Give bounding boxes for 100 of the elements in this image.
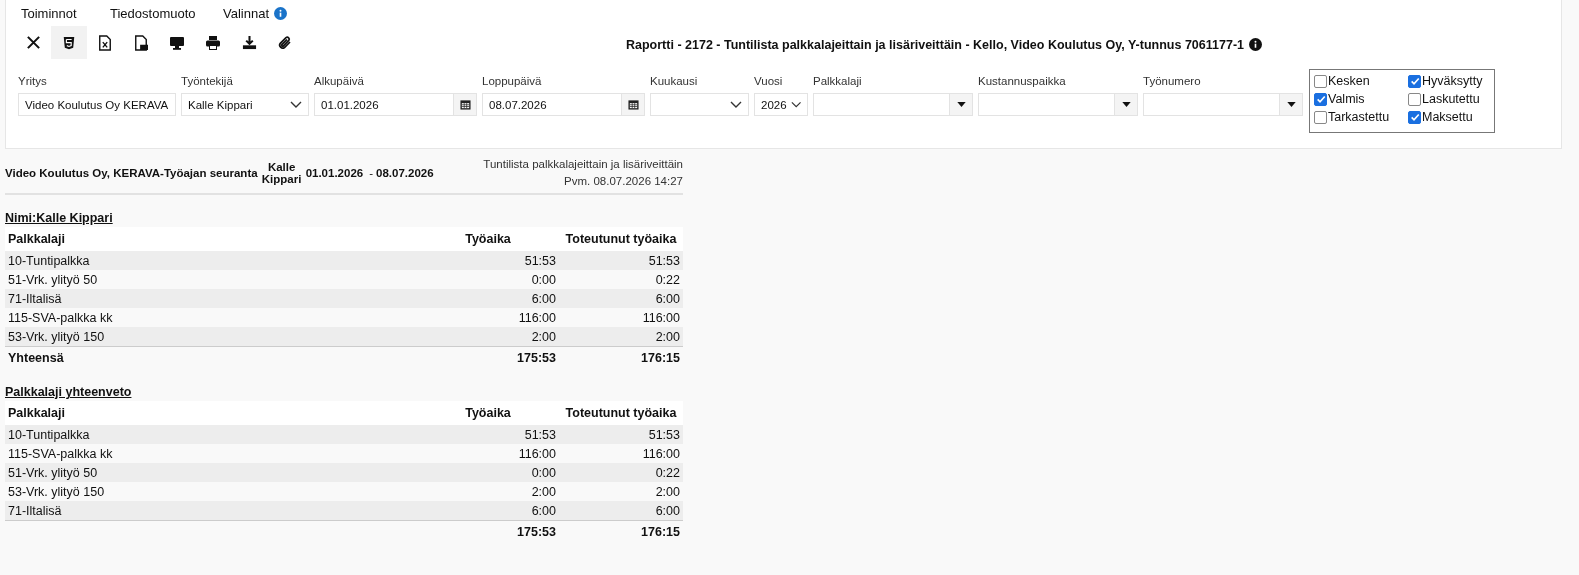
field-label: Palkkalaji xyxy=(813,75,863,89)
table-cell-text: 51:53 xyxy=(523,253,557,268)
column-header: Palkkalaji xyxy=(7,232,66,246)
employee-name: Kalle Kippari xyxy=(260,161,303,185)
checkbox-label: Laskutettu xyxy=(1422,92,1480,106)
end-date: 08.07.2026 xyxy=(376,167,434,179)
select-field[interactable]: Video Koulutus Oy KERAVA xyxy=(18,93,176,116)
table-cell-text: 2:00 xyxy=(654,484,681,499)
table-cell-text: 6:00 xyxy=(530,291,557,306)
table-cell-text: 51:53 xyxy=(647,427,681,442)
combo-field[interactable] xyxy=(813,93,973,116)
field-label: Kustannuspaikka xyxy=(978,75,1067,89)
table-cell-text: 10-Tuntipalkka xyxy=(7,253,91,268)
table-cell-text: 0:00 xyxy=(530,465,557,480)
table-cell-text: 115-SVA-palkka kk xyxy=(7,446,114,461)
report-name: Tuntilista palkkalajeittain ja lisäriveittäin xyxy=(483,157,683,172)
total-cell: 175:53 xyxy=(517,525,556,539)
paperclip-icon xyxy=(277,34,293,51)
column-header: Työaika xyxy=(464,232,512,246)
table-cell-text: 116:00 xyxy=(641,310,681,325)
table-cell-text: 2:00 xyxy=(530,484,557,499)
field-label: Työnumero xyxy=(1143,75,1202,89)
checkbox[interactable] xyxy=(1408,92,1421,106)
checkbox-label: Kesken xyxy=(1328,74,1370,88)
dropdown-button[interactable] xyxy=(949,94,972,115)
table-cell-text: 51-Vrk. ylityö 50 xyxy=(7,465,99,480)
table-cell-text: 51:53 xyxy=(647,253,681,268)
calendar-button[interactable] xyxy=(621,94,644,115)
table-cell-text: 0:00 xyxy=(530,272,557,287)
download-icon xyxy=(241,35,257,50)
table-cell-text: 115-SVA-palkka kk xyxy=(7,310,114,325)
select-field[interactable] xyxy=(650,93,749,116)
table-cell-text: 116:00 xyxy=(517,310,557,325)
date-field[interactable]: 08.07.2026 xyxy=(482,93,645,116)
select-field[interactable]: Kalle Kippari xyxy=(181,93,309,116)
chevron-icon xyxy=(790,100,801,109)
chevron-icon xyxy=(730,100,742,109)
checkbox[interactable] xyxy=(1314,92,1327,106)
info-icon[interactable] xyxy=(1249,38,1262,51)
total-cell: 176:15 xyxy=(641,351,680,365)
field-label: Loppupäivä xyxy=(482,75,543,89)
start-date: 01.01.2026 xyxy=(305,167,364,179)
menu-item[interactable]: Toiminnot xyxy=(21,5,77,21)
print-date: Pvm. 08.07.2026 14:27 xyxy=(564,174,683,189)
caret-icon xyxy=(1121,102,1131,107)
table-cell-text: 6:00 xyxy=(654,291,681,306)
table-cell-text: 0:22 xyxy=(654,272,681,287)
column-header: Työaika xyxy=(464,406,512,420)
date-field[interactable]: 01.01.2026 xyxy=(314,93,477,116)
menu-item[interactable]: Valinnat xyxy=(223,5,269,21)
monitor-icon xyxy=(169,34,185,51)
checkbox-label: Hyväksytty xyxy=(1422,74,1483,88)
date-separator: - xyxy=(369,167,374,179)
table-cell-text: 6:00 xyxy=(530,503,557,518)
table-cell-text: 71-Iltalisä xyxy=(7,503,63,518)
table-cell-text: 53-Vrk. ylityö 150 xyxy=(7,484,106,499)
checkbox-label: Valmis xyxy=(1328,92,1365,106)
table-cell-text: 53-Vrk. ylityö 150 xyxy=(7,329,106,344)
checkbox[interactable] xyxy=(1314,74,1327,88)
shield-icon xyxy=(62,35,76,50)
section-heading: Nimi:Kalle Kippari xyxy=(5,211,113,225)
total-cell: 175:53 xyxy=(517,351,556,365)
table-cell-text: 0:22 xyxy=(654,465,681,480)
checkbox-label: Maksettu xyxy=(1422,110,1473,124)
select-field[interactable]: 2026 xyxy=(754,93,808,116)
table-cell-text: 116:00 xyxy=(517,446,557,461)
checkbox[interactable] xyxy=(1314,110,1327,124)
table-cell-text: 51-Vrk. ylityö 50 xyxy=(7,272,99,287)
combo-field[interactable] xyxy=(978,93,1138,116)
calendar-button[interactable] xyxy=(453,94,476,115)
field-label: Työntekijä xyxy=(181,75,234,89)
caret-icon xyxy=(956,102,966,107)
dropdown-button[interactable] xyxy=(1114,94,1137,115)
table-cell-text: 10-Tuntipalkka xyxy=(7,427,91,442)
field-label: Vuosi xyxy=(754,75,784,89)
company-name: Video Koulutus Oy, KERAVA-Työajan seuranta xyxy=(5,167,258,179)
dropdown-button[interactable] xyxy=(1279,94,1302,115)
field-label: Kuukausi xyxy=(650,75,699,89)
total-cell: 176:15 xyxy=(641,525,680,539)
report-title: Raportti - 2172 - Tuntilista palkkalajeittain ja lisäriveittäin - Kello, Video Koulutus Oy, Y-tunnus 7061177-1 xyxy=(626,37,1244,52)
table-cell-text: 2:00 xyxy=(530,329,557,344)
checkbox-label: Tarkastettu xyxy=(1328,110,1390,124)
checkbox[interactable] xyxy=(1408,110,1421,124)
section-heading: Palkkalaji yhteenveto xyxy=(5,385,132,399)
file-icon xyxy=(98,34,112,51)
toolbar-button[interactable] xyxy=(51,26,87,59)
combo-field[interactable] xyxy=(1143,93,1303,116)
close-icon xyxy=(25,35,41,50)
caret-icon xyxy=(1286,102,1296,107)
menu-item[interactable]: Tiedostomuoto xyxy=(110,5,196,21)
calendar-icon xyxy=(627,99,639,110)
table-cell-text: 2:00 xyxy=(654,329,681,344)
column-header: Toteutunut työaika xyxy=(564,232,678,246)
chevron-icon xyxy=(290,100,302,109)
table-cell-text: 116:00 xyxy=(641,446,681,461)
field-label: Yritys xyxy=(18,75,48,89)
checkbox[interactable] xyxy=(1408,74,1421,88)
table-cell-text: 6:00 xyxy=(654,503,681,518)
table-cell-text: 51:53 xyxy=(523,427,557,442)
calendar-icon xyxy=(459,99,471,110)
